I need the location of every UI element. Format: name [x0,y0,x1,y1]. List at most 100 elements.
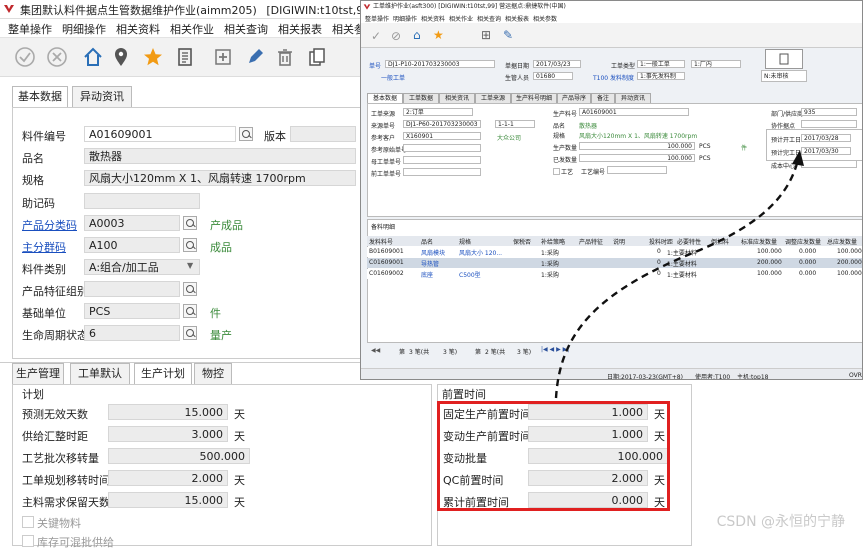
overlay-doc-no-field[interactable]: DJ1-P10-201703230003 [385,60,495,68]
plan-section-title: 计划 [22,388,44,401]
overlay-wo-type-field[interactable]: 1:一般工单 [637,60,685,68]
add-icon[interactable] [210,44,236,70]
overlay-edit-icon[interactable]: ✎ [503,28,513,42]
lifecycle-field[interactable]: 6 [84,325,180,341]
check-icon[interactable] [12,44,38,70]
overlay-menu-item[interactable]: 相关查询 [477,14,501,23]
menu-item-related-data[interactable]: 相关资料 [116,21,160,37]
star-icon[interactable] [140,44,166,70]
overlay-field-value[interactable] [403,168,481,176]
tab-change-info[interactable]: 异动资讯 [72,86,132,107]
base-unit-field[interactable]: PCS [84,303,180,319]
overlay-add-icon[interactable]: ⊞ [481,28,491,42]
grid-header-cell: 投料时距 [649,239,674,246]
overlay-field-value[interactable]: 100.000 [579,154,695,162]
overlay-menu-item[interactable]: 相关作业 [449,14,473,23]
overlay-field-value[interactable]: X160901 [403,132,481,140]
window-title: 集团默认料件据点生管数据维护作业(aimm205) [DIGIWIN:t10ts… [20,2,375,18]
overlay-field-value[interactable]: 935 [801,108,857,116]
overlay-pager-prev-icon[interactable]: ◀◀ [371,347,380,354]
overlay-menu-item[interactable]: 相关参数 [533,14,557,23]
overlay-doc-icon[interactable] [765,49,803,69]
list-icon[interactable] [172,44,198,70]
product-class-lookup-icon[interactable] [183,216,197,230]
overlay-dept-field[interactable]: 1:事先发料制 [637,72,685,80]
feature-group-field[interactable] [84,281,180,297]
plan-row-value[interactable]: 3.000 [108,426,228,442]
copy-icon[interactable] [304,44,330,70]
overlay-field-value[interactable] [403,156,481,164]
feature-group-lookup-icon[interactable] [183,282,197,296]
main-group-field[interactable]: A100 [84,237,180,253]
overlay-home-icon[interactable]: ⌂ [413,28,421,42]
menu-item-related-param[interactable]: 相关参 [332,21,360,37]
main-group-label[interactable]: 主分群码 [22,239,66,255]
overlay-check-icon[interactable]: ✓ [371,29,381,43]
product-class-field[interactable]: A0003 [84,215,180,231]
delete-icon[interactable] [272,44,298,70]
menu-item-related-ops[interactable]: 相关作业 [170,21,214,37]
base-unit-lookup-icon[interactable] [183,304,197,318]
overlay-doc-no-label[interactable]: 单号 [369,61,381,70]
overlay-grid-row[interactable]: C01609001 导热管 1:采购 0 1:主要材料 200.000 0.00… [367,258,862,268]
overlay-grid-row[interactable]: C01609002 底座 C500型 1:采购 0 1:主要材料 100.000… [367,269,862,279]
overlay-field-label: 工单来源 [371,111,396,118]
overlay-menu-item[interactable]: 整单操作 [365,14,389,23]
overlay-grid-row[interactable]: B01609001 风扇模块 风扇大小 120... 1:采购 0 1:主要材料… [367,247,862,257]
grid-cell: 100.000 [837,248,862,255]
grid-header-cell: 倒扣料 [711,239,730,246]
item-no-field[interactable]: A01609001 [84,126,236,142]
mixed-batch-checkbox[interactable] [22,535,34,547]
lead-section-title: 前置时间 [442,388,486,401]
plan-row-value[interactable]: 500.000 [108,448,250,464]
overlay-pager-nav-icon[interactable]: |◀ ◀ ▶ ▶| [541,346,569,353]
tab-basic-data[interactable]: 基本数据 [12,86,68,108]
overlay-field-value[interactable] [801,160,857,168]
main-group-lookup-icon[interactable] [183,238,197,252]
edit-icon[interactable] [242,44,268,70]
menu-item-related-report[interactable]: 相关报表 [278,21,322,37]
menu-item-whole[interactable]: 整单操作 [8,21,52,37]
overlay-process-checkbox[interactable] [553,168,560,175]
overlay-star-icon[interactable]: ★ [433,28,444,42]
cancel-icon[interactable] [44,44,70,70]
overlay-producer-field[interactable]: 01680 [533,72,573,80]
lifecycle-lookup-icon[interactable] [183,326,197,340]
key-material-checkbox[interactable] [22,516,34,528]
tab-material-control[interactable]: 物控 [194,363,232,384]
overlay-field-value[interactable]: 100.000 [579,142,695,150]
pin-icon[interactable] [108,44,134,70]
tab-production-plan[interactable]: 生产计划 [134,363,192,385]
tab-production[interactable]: 生产管理 [12,363,64,384]
overlay-process-no-field[interactable] [607,166,667,174]
mnemonic-field[interactable] [84,193,200,209]
plan-row-value[interactable]: 2.000 [108,470,228,486]
item-no-lookup-icon[interactable] [239,127,253,141]
overlay-field-label: 已发数量 [553,157,578,164]
grid-header-cell: 品名 [421,239,434,246]
overlay-src-item[interactable]: 1-1-1 [495,120,535,128]
home-icon[interactable] [80,44,106,70]
overlay-status-field[interactable]: 1:厂内 [691,60,741,68]
overlay-date-field[interactable]: 2017/03/23 [533,60,581,68]
overlay-menu-item[interactable]: 相关资料 [421,14,445,23]
overlay-field-value[interactable]: DJ1-P60-201703230003 [403,120,481,128]
plan-row-value[interactable]: 15.000 [108,492,228,508]
product-class-label[interactable]: 产品分类码 [22,217,77,233]
tab-wo-default[interactable]: 工单默认 [70,363,130,384]
spec-field: 风扇大小120mm X 1、风扇转速 1700rpm [84,170,356,186]
item-type-select[interactable]: A:组合/加工品 [84,259,200,275]
overlay-field-value[interactable] [403,144,481,152]
overlay-cancel-icon[interactable]: ⊘ [391,29,401,43]
overlay-menu-item[interactable]: 明细操作 [393,14,417,23]
menu-item-detail[interactable]: 明细操作 [62,21,106,37]
overlay-field-value[interactable]: A01609001 [579,108,689,116]
overlay-field-value[interactable]: 2:订单 [403,108,473,116]
overlay-field-value[interactable] [801,120,857,128]
chevron-down-icon[interactable]: ▼ [187,261,193,270]
menu-item-related-query[interactable]: 相关查询 [224,21,268,37]
overlay-review-field[interactable]: N:未审核 [761,70,807,82]
plan-row-value[interactable]: 15.000 [108,404,228,420]
version-field[interactable] [290,126,356,142]
overlay-menu-item[interactable]: 相关报表 [505,14,529,23]
